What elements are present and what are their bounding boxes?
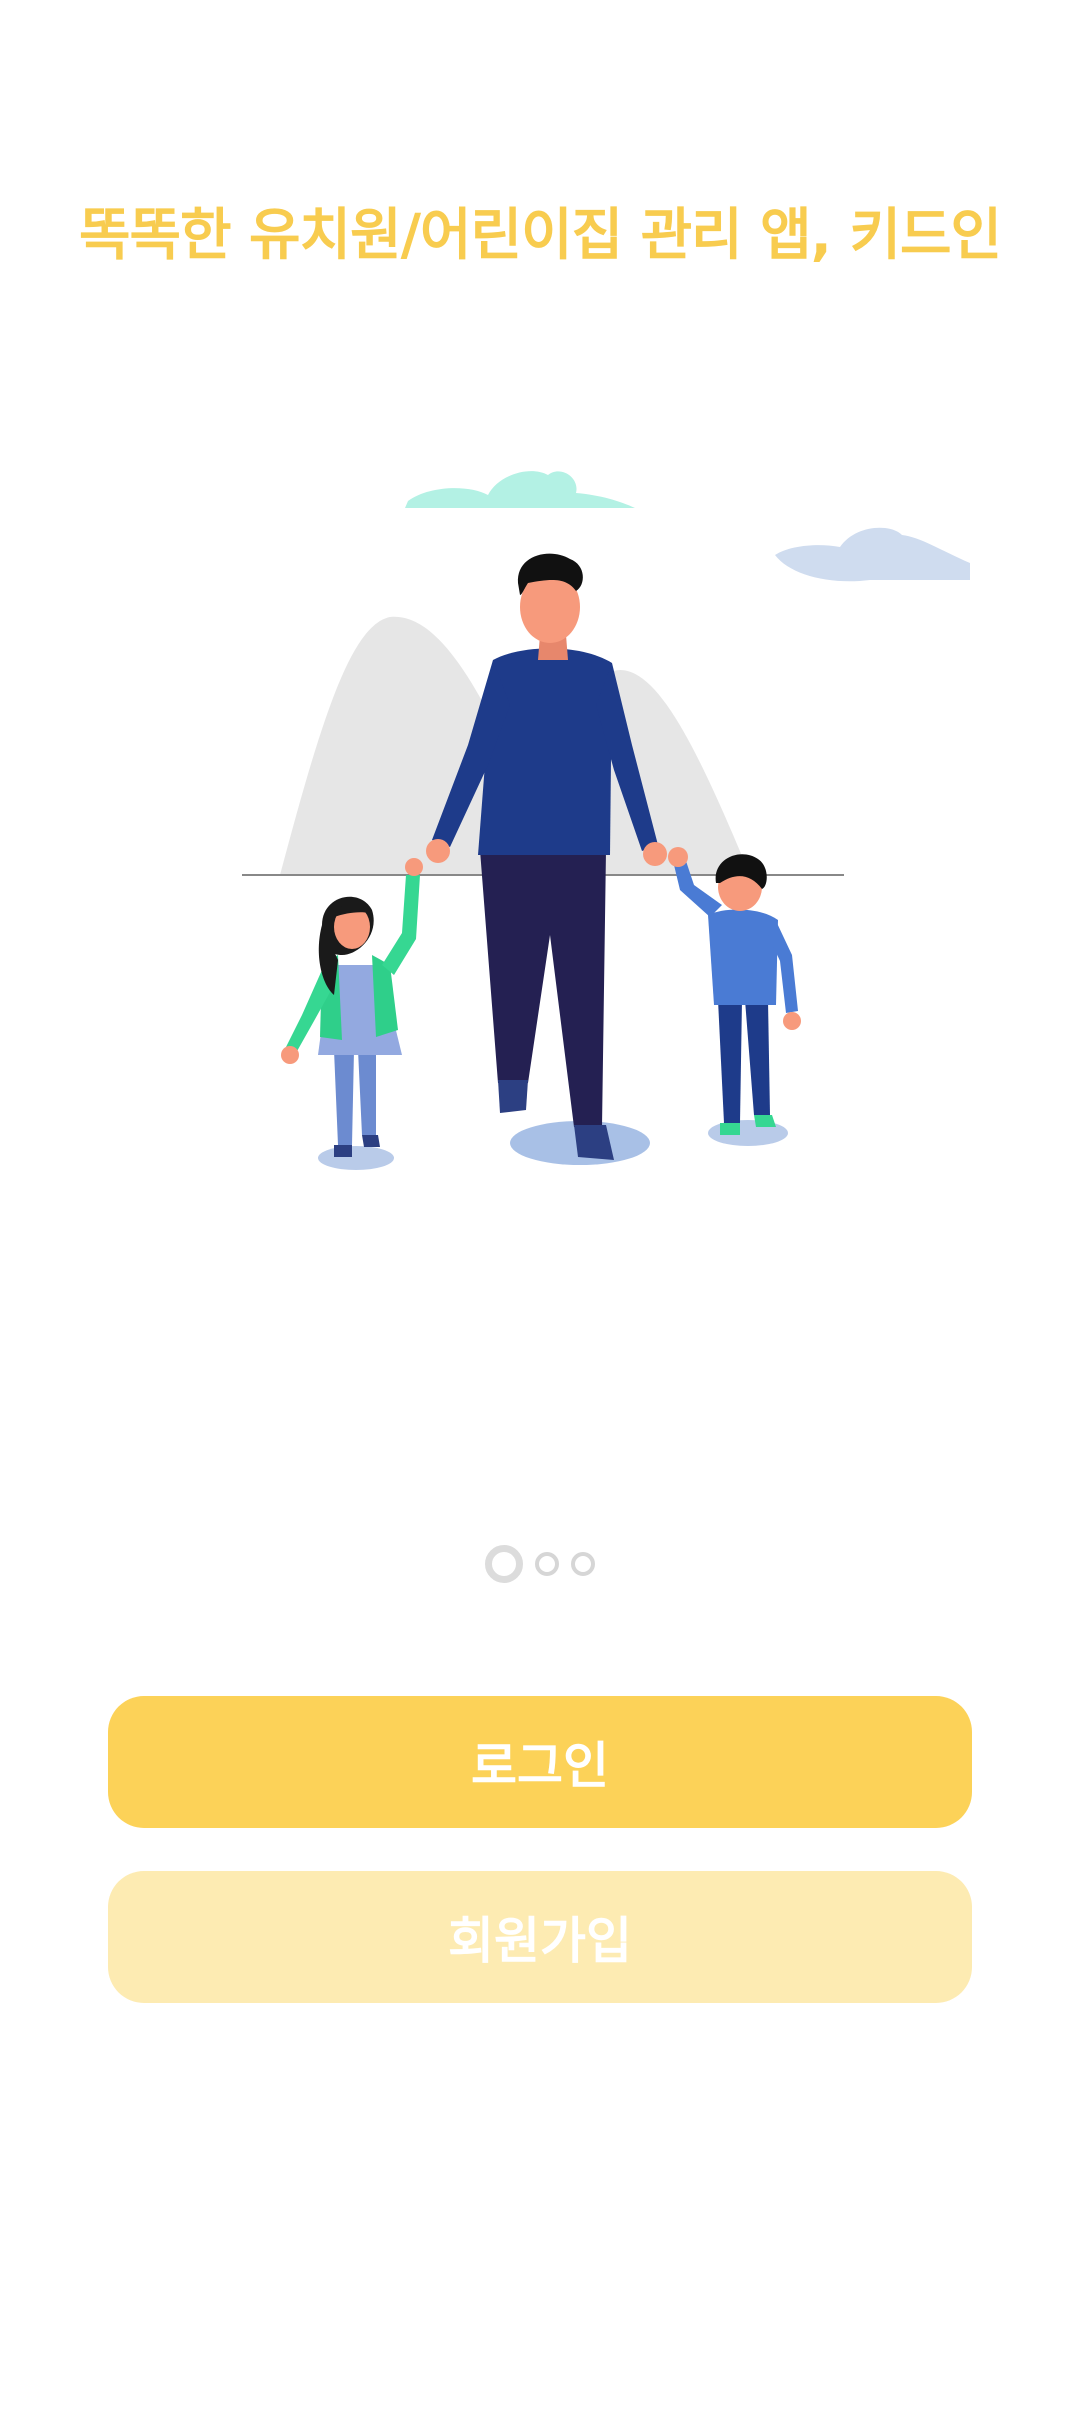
family-walking-illustration <box>242 471 970 1170</box>
girl-figure <box>281 858 423 1157</box>
cloud-right <box>775 527 970 582</box>
mountain-left <box>280 616 500 875</box>
page-dot-1[interactable] <box>485 1545 523 1583</box>
welcome-screen: 똑똑한 유치원/어린이집 관리 앱, 키드인 로그인 회원가입 <box>0 0 1080 2421</box>
page-dot-2[interactable] <box>535 1552 559 1576</box>
cloud-left <box>405 471 635 508</box>
signup-button[interactable]: 회원가입 <box>108 1871 972 2003</box>
tagline: 똑똑한 유치원/어린이집 관리 앱, 키드인 <box>78 203 1002 268</box>
signup-button-label: 회원가입 <box>448 1912 632 1970</box>
boy-figure <box>668 847 801 1135</box>
page-dot-3[interactable] <box>571 1552 595 1576</box>
page-indicator <box>0 1542 1080 1586</box>
login-button[interactable]: 로그인 <box>108 1696 972 1828</box>
shadow-girl <box>318 1146 394 1170</box>
login-button-label: 로그인 <box>471 1737 609 1795</box>
